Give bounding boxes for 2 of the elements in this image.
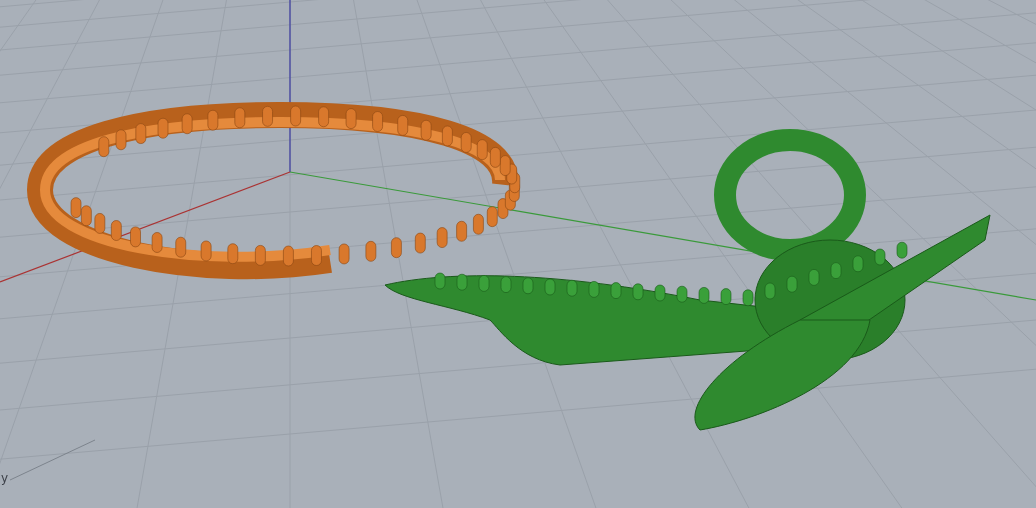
- axis-label: y: [1, 472, 9, 484]
- viewport[interactable]: y: [0, 0, 1036, 508]
